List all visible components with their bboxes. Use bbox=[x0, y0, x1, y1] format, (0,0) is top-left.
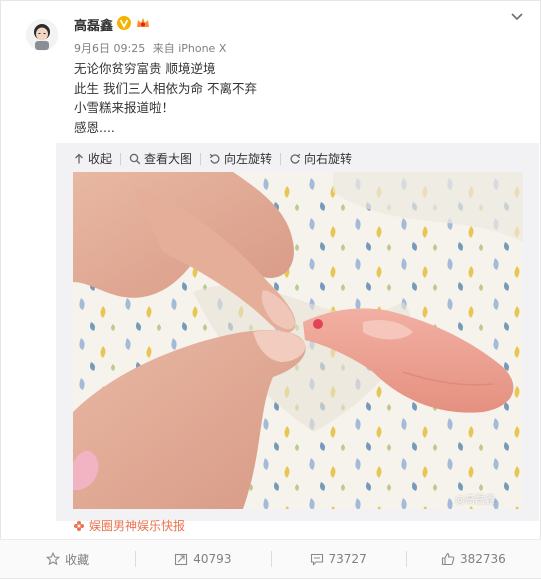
post-device: 来自 iPhone X bbox=[152, 42, 227, 55]
thumbs-up-icon bbox=[441, 552, 455, 566]
author-name[interactable]: 高磊鑫 bbox=[74, 15, 113, 34]
comment-icon bbox=[310, 553, 323, 566]
rotate-left-icon bbox=[209, 153, 220, 164]
collapse-label: 收起 bbox=[88, 152, 113, 166]
verified-v-icon[interactable] bbox=[117, 16, 131, 30]
photo-watermark: @高磊鑫 bbox=[455, 495, 495, 506]
share-icon bbox=[175, 553, 188, 566]
media-toolbar: 收起 查看大图 向左旋转 向右旋转 bbox=[73, 150, 352, 167]
member-crown-icon[interactable] bbox=[135, 16, 151, 30]
avatar-image bbox=[26, 19, 58, 51]
view-large-label: 查看大图 bbox=[144, 152, 193, 166]
like-count: 382736 bbox=[459, 552, 506, 566]
source-label: 娱圈男神娱乐快报 bbox=[89, 519, 186, 533]
star-icon bbox=[46, 552, 61, 566]
toolbar-divider bbox=[280, 152, 282, 165]
toolbar-divider bbox=[120, 152, 122, 165]
post-line: 小雪糕来报道啦！ bbox=[74, 100, 175, 115]
action-bar: 收藏 40793 73727 382736 bbox=[0, 539, 541, 578]
repost-count: 40793 bbox=[193, 552, 232, 566]
rotate-left-button[interactable]: 向左旋转 bbox=[209, 150, 272, 167]
comment-count: 73727 bbox=[328, 552, 367, 566]
post-time[interactable]: 9月6日 09:25 bbox=[74, 42, 145, 55]
post-line: 感恩.... bbox=[74, 119, 115, 135]
arrow-up-icon bbox=[75, 153, 83, 163]
comment-button[interactable]: 73727 bbox=[270, 540, 406, 578]
rotate-right-icon bbox=[290, 153, 301, 164]
flower-icon bbox=[74, 520, 84, 531]
favorite-label: 收藏 bbox=[65, 552, 90, 567]
rotate-right-label: 向右旋转 bbox=[304, 152, 353, 166]
post-line: 此生 我们三人相依为命 不离不弃 bbox=[74, 80, 257, 96]
like-button[interactable]: 382736 bbox=[405, 540, 541, 578]
collapse-button[interactable]: 收起 bbox=[73, 150, 112, 167]
rotate-left-label: 向左旋转 bbox=[224, 152, 273, 166]
toolbar-divider bbox=[200, 152, 202, 165]
post-meta: 9月6日 09:25 来自 iPhone X bbox=[74, 40, 230, 56]
view-large-button[interactable]: 查看大图 bbox=[129, 150, 192, 167]
search-icon bbox=[129, 153, 141, 164]
source-link[interactable]: 娱圈男神娱乐快报 bbox=[73, 517, 185, 534]
chevron-down-icon[interactable] bbox=[510, 12, 524, 22]
repost-button[interactable]: 40793 bbox=[135, 540, 270, 578]
avatar[interactable] bbox=[26, 19, 58, 51]
post-text: 无论你贫穷富贵 顺境逆境 此生 我们三人相依为命 不离不弃 小雪糕来报道啦！ 感… bbox=[74, 59, 257, 137]
post-photo[interactable] bbox=[73, 172, 523, 509]
newborn-hand-photo bbox=[73, 172, 523, 509]
post-line: 无论你贫穷富贵 顺境逆境 bbox=[74, 61, 216, 76]
rotate-right-button[interactable]: 向右旋转 bbox=[289, 150, 352, 167]
favorite-button[interactable]: 收藏 bbox=[0, 540, 135, 578]
